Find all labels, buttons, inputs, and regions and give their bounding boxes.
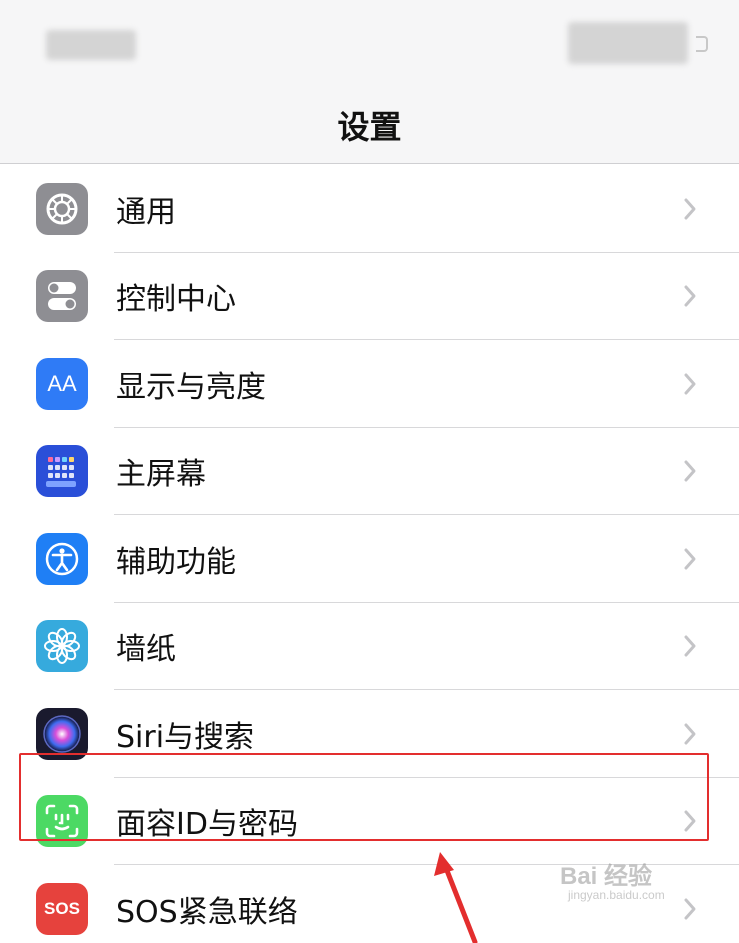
settings-row-control-center[interactable]: 控制中心 <box>0 253 739 340</box>
settings-row-label: 通用 <box>116 194 176 230</box>
chevron-right-icon <box>684 723 696 745</box>
settings-row-accessibility[interactable]: 辅助功能 <box>0 515 739 603</box>
chevron-right-icon <box>684 548 696 570</box>
annotation-arrow-icon <box>434 852 478 943</box>
settings-row-label: 主屏幕 <box>116 457 206 493</box>
chevron-right-icon <box>684 373 696 395</box>
text-size-icon: AA <box>36 357 88 410</box>
settings-row-home-screen[interactable]: 主屏幕 <box>0 428 739 515</box>
settings-row-label: 墙纸 <box>116 632 176 668</box>
navigation-bar: 设置 <box>0 80 739 164</box>
chevron-right-icon <box>684 635 696 657</box>
face-id-icon <box>36 795 88 848</box>
settings-row-label: 显示与亮度 <box>116 369 266 405</box>
settings-row-siri-search[interactable]: Siri与搜索 <box>0 690 739 778</box>
baidu-watermark: Bai 经验 <box>560 863 653 890</box>
chevron-right-icon <box>684 810 696 832</box>
settings-row-wallpaper[interactable]: 墙纸 <box>0 603 739 690</box>
page-title: 设置 <box>337 108 402 146</box>
chevron-right-icon <box>684 898 696 920</box>
settings-row-label: 辅助功能 <box>116 544 236 580</box>
settings-row-general[interactable]: 通用 <box>0 165 739 253</box>
settings-row-label: Siri与搜索 <box>116 719 255 755</box>
siri-icon <box>36 707 88 760</box>
status-bar <box>0 0 739 80</box>
sos-icon: SOS <box>36 882 88 935</box>
settings-row-label: SOS紧急联络 <box>116 894 298 930</box>
settings-list: 通用 控制中心 AA 显示与亮度 主屏幕 辅助功能 墙纸 Siri与搜索 面容I… <box>0 165 739 943</box>
settings-row-display-brightness[interactable]: AA 显示与亮度 <box>0 340 739 428</box>
accessibility-icon <box>36 532 88 585</box>
settings-row-label: 面容ID与密码 <box>116 807 298 843</box>
toggles-icon <box>36 270 88 323</box>
settings-row-face-id-passcode[interactable]: 面容ID与密码 <box>0 778 739 865</box>
home-screen-grid-icon <box>36 445 88 498</box>
carrier-signal-blurred <box>46 30 136 60</box>
flower-icon <box>36 620 88 673</box>
battery-status-blurred <box>568 22 688 64</box>
chevron-right-icon <box>684 198 696 220</box>
settings-row-label: 控制中心 <box>116 282 236 318</box>
chevron-right-icon <box>684 285 696 307</box>
gear-icon <box>36 182 88 235</box>
baidu-watermark-url: jingyan.baidu.com <box>568 888 665 902</box>
chevron-right-icon <box>684 460 696 482</box>
battery-icon <box>696 36 708 52</box>
